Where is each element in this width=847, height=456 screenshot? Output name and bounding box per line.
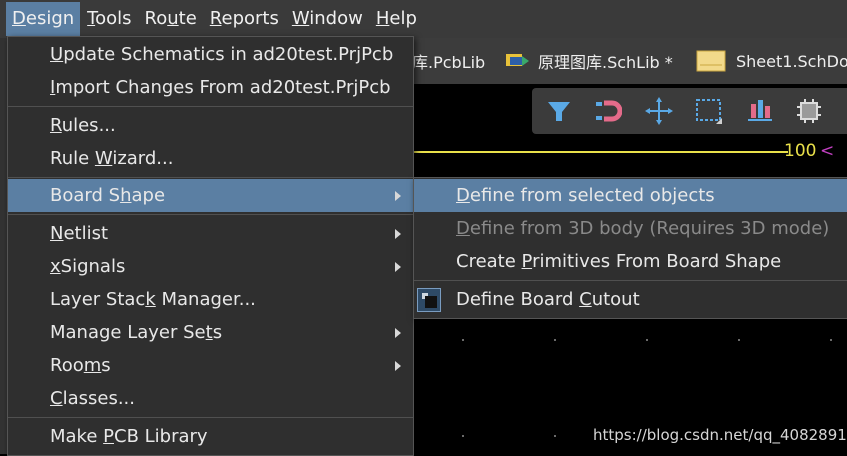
board-cutout-icon xyxy=(417,288,441,312)
grid-dot xyxy=(646,339,648,341)
menu-route[interactable]: Route xyxy=(139,2,203,36)
grid-dot xyxy=(830,339,832,341)
menu-separator xyxy=(8,177,413,178)
submenu-arrow-icon xyxy=(395,262,401,272)
menu-item-define-from-selected[interactable]: Define from selected objects xyxy=(414,179,847,212)
menu-item-make-pcb-library[interactable]: Make PCB Library xyxy=(8,420,413,453)
submenu-arrow-icon xyxy=(395,328,401,338)
board-shape-submenu: Define from selected objects Define from… xyxy=(413,177,847,319)
menu-item-netlist[interactable]: Netlist xyxy=(8,217,413,250)
rule-value: 100 xyxy=(784,141,817,161)
submenu-arrow-icon xyxy=(395,229,401,239)
menu-design[interactable]: Design xyxy=(6,2,81,36)
menu-item-manage-layer-sets[interactable]: Manage Layer Sets xyxy=(8,316,413,349)
menu-item-layer-stack-manager[interactable]: Layer Stack Manager... xyxy=(8,283,413,316)
menu-item-rule-wizard[interactable]: Rule Wizard... xyxy=(8,142,413,175)
schdoc-icon xyxy=(696,50,726,72)
grid-dot xyxy=(462,339,464,341)
filter-icon[interactable] xyxy=(544,96,574,126)
menu-item-board-shape[interactable]: Board Shape xyxy=(8,179,413,212)
menu-tools[interactable]: Tools xyxy=(81,2,137,36)
grid-dot xyxy=(554,435,556,437)
rule-mark: < xyxy=(820,141,835,161)
magnet-icon[interactable] xyxy=(592,96,622,126)
tab-schdoc[interactable]: Sheet1.SchDoc xyxy=(696,38,847,84)
tab-pcblib[interactable]: 库.PcbLib xyxy=(412,38,485,84)
menu-item-classes[interactable]: Classes... xyxy=(8,382,413,415)
design-menu: Update Schematics in ad20test.PrjPcb Imp… xyxy=(7,36,414,456)
tab-schlib[interactable]: 原理图库.SchLib * xyxy=(504,38,673,84)
menu-item-create-primitives[interactable]: Create Primitives From Board Shape xyxy=(414,245,847,278)
menu-help[interactable]: Help xyxy=(370,2,423,36)
submenu-arrow-icon xyxy=(395,191,401,201)
menu-reports[interactable]: Reports xyxy=(204,2,285,36)
menu-item-update-schematics[interactable]: Update Schematics in ad20test.PrjPcb xyxy=(8,38,413,71)
menu-item-define-board-cutout[interactable]: Define Board Cutout xyxy=(414,283,847,316)
document-tabs: 库.PcbLib 原理图库.SchLib * Sheet1.SchDoc xyxy=(412,38,847,84)
pcb-toolbar xyxy=(532,88,847,134)
align-icon[interactable] xyxy=(744,96,774,126)
menu-window[interactable]: Window xyxy=(286,2,369,36)
menu-separator xyxy=(414,280,847,281)
move-cross-icon[interactable] xyxy=(644,96,674,126)
menu-item-rooms[interactable]: Rooms xyxy=(8,349,413,382)
watermark: https://blog.csdn.net/qq_40828914 xyxy=(593,426,847,444)
menu-bar: Design Tools Route Reports Window Help xyxy=(0,0,847,38)
grid-dot xyxy=(738,339,740,341)
menu-item-xsignals[interactable]: xSignals xyxy=(8,250,413,283)
menu-item-define-from-3d-body: Define from 3D body (Requires 3D mode) xyxy=(456,218,830,239)
sch-lib-icon xyxy=(506,54,529,66)
component-icon[interactable] xyxy=(794,96,824,126)
menu-item-rules[interactable]: Rules... xyxy=(8,109,413,142)
submenu-arrow-icon xyxy=(395,361,401,371)
grid-dot xyxy=(554,339,556,341)
menu-item-import-changes[interactable]: Import Changes From ad20test.PrjPcb xyxy=(8,71,413,104)
menu-separator xyxy=(8,417,413,418)
grid-dot xyxy=(462,435,464,437)
menu-separator xyxy=(8,214,413,215)
rule-line xyxy=(412,151,788,153)
menu-separator xyxy=(8,106,413,107)
select-rect-icon[interactable] xyxy=(694,96,724,126)
